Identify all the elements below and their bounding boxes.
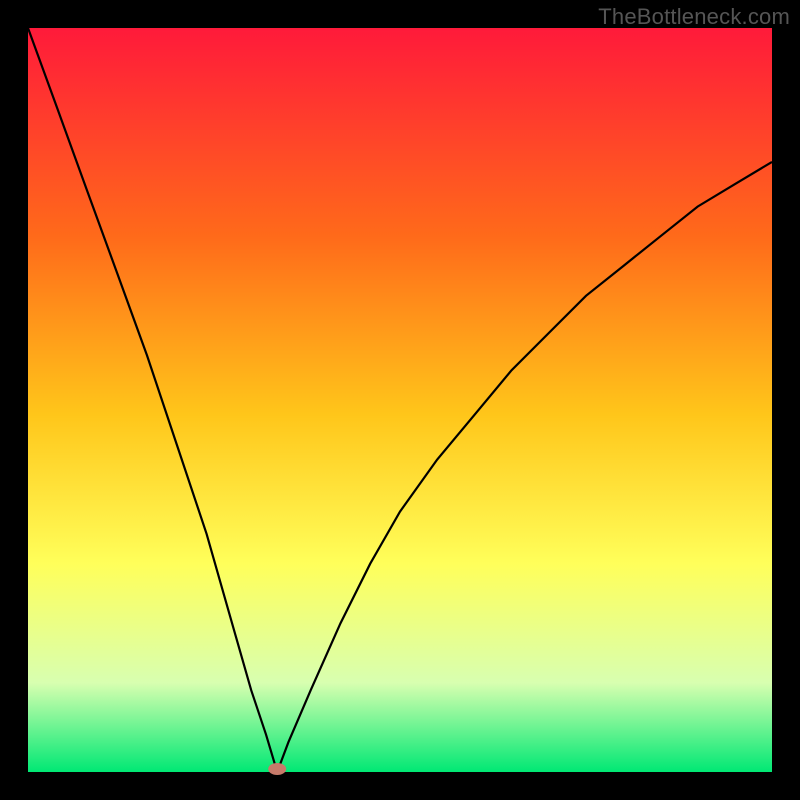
bottleneck-chart: [0, 0, 800, 800]
chart-container: TheBottleneck.com: [0, 0, 800, 800]
watermark-text: TheBottleneck.com: [598, 4, 790, 30]
optimal-point-marker: [268, 763, 286, 775]
plot-background: [28, 28, 772, 772]
